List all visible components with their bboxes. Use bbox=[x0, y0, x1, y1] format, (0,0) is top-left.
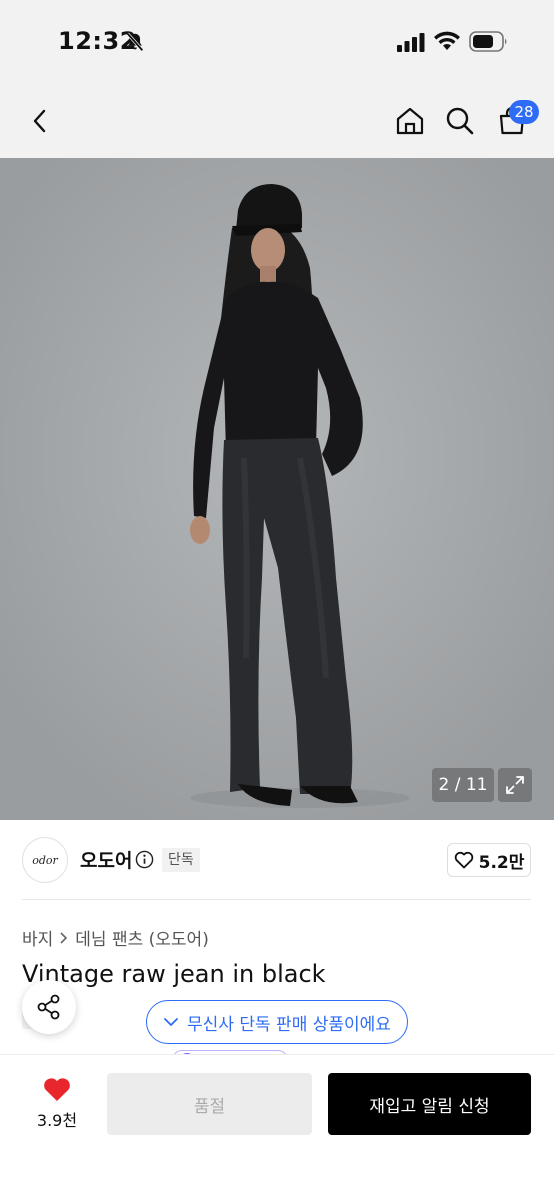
heart-filled-icon bbox=[44, 1077, 70, 1101]
brand-like-button[interactable]: 5.2만 bbox=[447, 843, 531, 877]
wishlist-count: 3.9천 bbox=[36, 1110, 78, 1130]
wishlist-button[interactable]: 3.9천 bbox=[22, 1072, 92, 1134]
share-button[interactable] bbox=[22, 980, 76, 1034]
search-button[interactable] bbox=[438, 84, 482, 158]
search-icon bbox=[446, 107, 474, 135]
image-counter: 2 / 11 bbox=[432, 768, 494, 802]
home-button[interactable] bbox=[388, 84, 432, 158]
back-button[interactable] bbox=[18, 84, 62, 158]
product-title: Vintage raw jean in black bbox=[22, 960, 326, 988]
home-icon bbox=[396, 107, 424, 135]
brand-exclusive-tag: 단독 bbox=[162, 848, 200, 872]
battery-icon bbox=[469, 31, 507, 52]
brand-like-count: 5.2만 bbox=[478, 852, 525, 873]
chevron-right-icon bbox=[60, 931, 68, 944]
breadcrumb-item[interactable]: 데님 팬츠 (오도어) bbox=[75, 925, 209, 950]
chevron-left-icon bbox=[33, 109, 46, 133]
nav-bar bbox=[0, 84, 554, 158]
cart-count-badge: 28 bbox=[509, 100, 539, 124]
status-bar: 12:32 bbox=[0, 0, 554, 84]
info-icon[interactable] bbox=[135, 850, 154, 869]
chevron-down-icon bbox=[164, 1018, 178, 1026]
share-icon bbox=[37, 994, 60, 1020]
divider bbox=[22, 899, 531, 900]
brand-name[interactable]: 오도어 bbox=[80, 846, 132, 873]
soldout-button: 품절 bbox=[107, 1073, 312, 1135]
breadcrumb: 바지 데님 팬츠 (오도어) bbox=[22, 925, 209, 950]
heart-outline-icon bbox=[454, 851, 473, 869]
breadcrumb-item[interactable]: 바지 bbox=[22, 925, 53, 950]
expand-icon bbox=[506, 776, 524, 794]
brand-logo[interactable]: odor bbox=[22, 837, 68, 883]
restock-alert-button[interactable]: 재입고 알림 신청 bbox=[328, 1073, 531, 1135]
exclusive-notice-text: 무신사 단독 판매 상품이에요 bbox=[187, 1014, 391, 1035]
bell-slash-icon bbox=[126, 32, 144, 52]
wifi-icon bbox=[434, 31, 460, 50]
expand-button[interactable] bbox=[498, 768, 532, 802]
signal-icon bbox=[397, 33, 425, 52]
product-image[interactable] bbox=[0, 158, 554, 820]
exclusive-notice-banner[interactable]: 무신사 단독 판매 상품이에요 bbox=[146, 1000, 408, 1044]
model-photo bbox=[0, 158, 554, 820]
